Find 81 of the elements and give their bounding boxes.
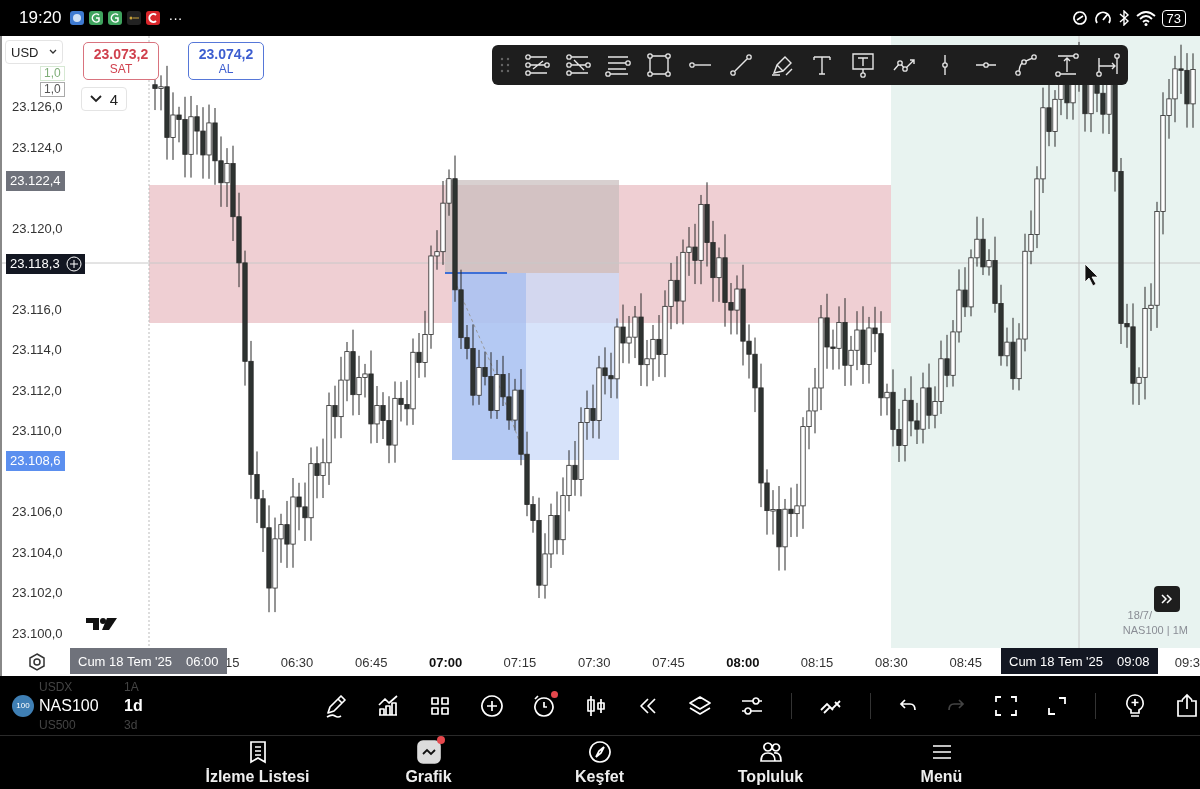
time-label: 15	[225, 655, 240, 670]
price-label: 23.120,0	[12, 220, 63, 236]
price-marker: 23.108,6	[6, 450, 65, 471]
price-label: 23.110,0	[12, 423, 62, 438]
settings-icon[interactable]	[28, 653, 46, 671]
app-icon	[107, 11, 122, 25]
time-label: 07:00	[427, 655, 464, 670]
chart-icon	[415, 739, 442, 765]
quantity-preview: 1,0	[40, 66, 65, 81]
price-range-icon[interactable]	[1053, 51, 1082, 79]
scroll-to-latest-button[interactable]	[1154, 586, 1180, 612]
bluetooth-icon	[1117, 10, 1130, 26]
chevron-icon	[49, 49, 57, 55]
symbol-name: NAS100	[39, 695, 100, 716]
date-range-icon[interactable]	[1093, 51, 1122, 79]
speed-icon	[1093, 10, 1112, 26]
symbol-badge: 100	[12, 694, 34, 717]
share-icon[interactable]	[1174, 692, 1200, 719]
positions-button[interactable]: 4	[81, 87, 127, 111]
people-icon	[757, 739, 784, 765]
time-label: 08:15	[799, 655, 835, 670]
app-icon	[126, 11, 141, 25]
time-label: 06:45	[354, 655, 389, 670]
add-icon[interactable]	[479, 692, 505, 719]
cursor-icon	[1084, 263, 1099, 287]
time-label: 07:30	[576, 655, 612, 670]
price-label: 23.102,0	[12, 585, 63, 600]
time-label: 09:3	[1174, 655, 1200, 670]
crosshair-time: Cum 18 Tem '25 09:08	[1001, 648, 1158, 674]
time-label: 06:30	[279, 655, 315, 670]
nav-tab[interactable]: Menü	[856, 736, 1027, 789]
price-label: 23.124,0	[12, 139, 63, 155]
chart-date: 18/7/	[1127, 609, 1152, 621]
price-label: 23.106,0	[12, 504, 63, 519]
more-notifications: ···	[168, 10, 183, 26]
compass-icon	[586, 739, 613, 765]
nav-tab[interactable]: Keşfet	[514, 736, 685, 789]
parallel-channel-icon[interactable]	[522, 51, 551, 79]
clock: 19:20	[19, 8, 62, 28]
app-icon	[145, 11, 160, 25]
battery-level: 73	[1161, 9, 1186, 27]
chart-logo	[86, 618, 117, 630]
crosshair-time: Cum 18 Tem '25 06:00	[70, 648, 227, 674]
price-label: 23.104,0	[12, 544, 63, 560]
crosshair-price-value: 23.118,3	[10, 256, 60, 272]
symbol-name: USDX	[39, 679, 74, 694]
price-label: 23.114,0	[12, 342, 62, 357]
symbol-interval: 3d	[124, 717, 138, 732]
symbol-interval: 1d	[124, 695, 143, 716]
sell-button[interactable]: 23.073,2 SAT	[83, 42, 159, 80]
time-label: 07:45	[651, 655, 686, 670]
currency-dropdown[interactable]: USD	[5, 40, 63, 64]
double-chevron-icon	[1160, 593, 1174, 605]
price-label: 23.126,0	[12, 99, 63, 114]
price-label: 23.112,0	[12, 382, 62, 398]
nav-tab[interactable]: İzleme Listesi	[172, 736, 343, 789]
quantity-field[interactable]: 1,0	[40, 82, 65, 97]
time-label: 08:45	[948, 655, 983, 670]
price-label: 23.116,0	[12, 301, 62, 317]
symbol-item[interactable]: 100 NAS100 1d	[12, 693, 299, 718]
wifi-icon	[1135, 10, 1156, 26]
chart-symbol: NAS100 | 1M	[1122, 624, 1188, 636]
app-icon	[88, 11, 103, 25]
app-icon	[69, 11, 84, 25]
nav-tab[interactable]: Grafik	[343, 736, 514, 789]
symbol-name: US500	[39, 717, 77, 732]
chevron-icon	[89, 95, 102, 103]
rectangle-icon[interactable]	[645, 51, 674, 79]
symbol-interval: 1A	[124, 679, 139, 694]
time-label: 08:30	[874, 655, 909, 670]
time-label: 07:15	[502, 655, 538, 670]
grip-icon[interactable]	[500, 57, 510, 73]
buy-button[interactable]: 23.074,2 AL	[188, 42, 264, 80]
price-marker: 23.122,4	[6, 171, 65, 191]
regression-channel-icon[interactable]	[563, 51, 592, 79]
price-label: 23.100,0	[12, 625, 63, 641]
alarm-icon[interactable]	[531, 692, 557, 719]
add-icon[interactable]	[65, 256, 82, 272]
time-label: 08:00	[725, 655, 761, 670]
nav-tab[interactable]: Topluluk	[685, 736, 856, 789]
entry-line	[444, 272, 508, 274]
